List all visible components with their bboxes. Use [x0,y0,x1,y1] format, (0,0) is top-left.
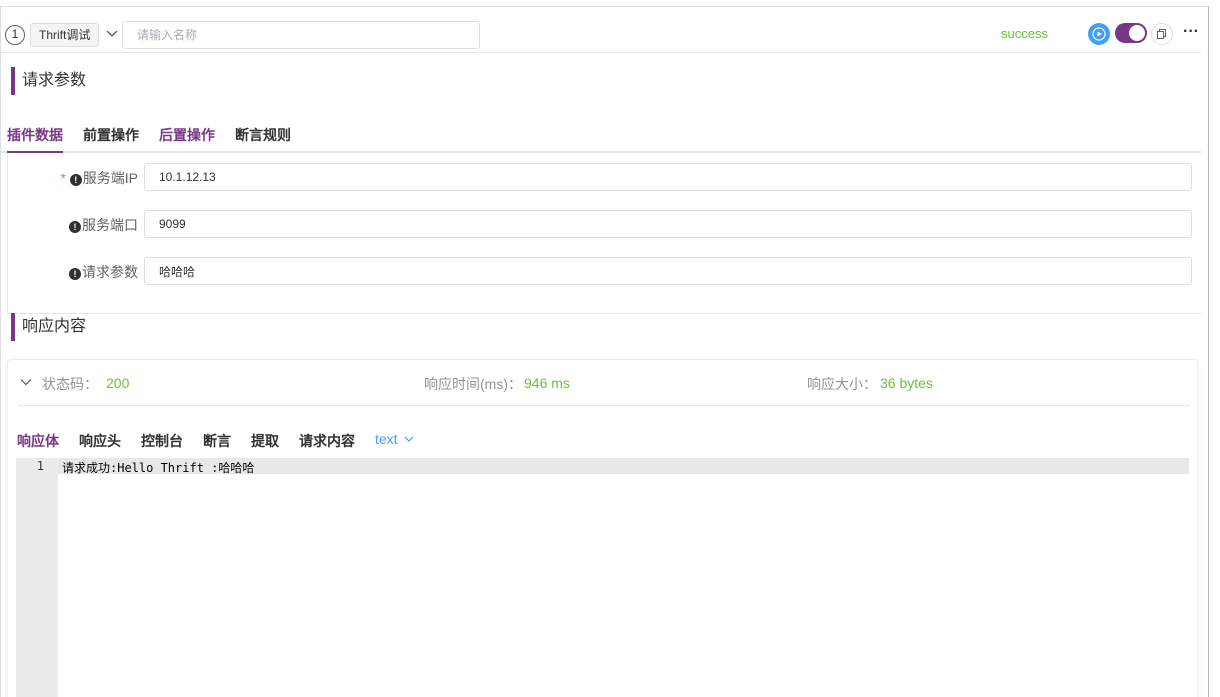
tab-assertions[interactable]: 断言 [203,431,231,451]
request-section-title: 请求参数 [11,67,86,95]
server-port-input[interactable] [144,210,1192,238]
tab-response-headers[interactable]: 响应头 [79,431,121,451]
tab-assertion-rules[interactable]: 断言规则 [235,125,291,151]
more-icon[interactable]: ··· [1181,23,1201,45]
line-number: 1 [36,459,44,473]
format-select[interactable]: text [375,431,415,447]
info-icon: ! [69,268,81,280]
info-icon: ! [69,174,82,186]
server-port-label: ! 服务端口 [8,215,138,235]
status-code-label: 状态码： [42,376,98,392]
tab-response-body[interactable]: 响应体 [17,431,59,451]
response-size-value: 36 bytes [880,375,933,391]
request-params-input[interactable] [144,257,1192,285]
step-name-input[interactable] [122,21,480,49]
format-select-value: text [375,431,398,447]
copy-button[interactable] [1151,23,1173,45]
code-line: 请求成功:Hello Thrift :哈哈哈 [62,461,255,475]
response-card: 状态码： 200 响应时间(ms)： 946 ms 响应大小： 36 bytes… [7,359,1198,697]
step-type-tag: Thrift调试 [30,23,100,47]
editor-gutter: 1 [16,458,58,697]
tab-post-operation[interactable]: 后置操作 [159,125,215,151]
response-time-value: 946 ms [524,375,570,391]
request-form: *!服务端IP !服务端口 !请求参数 [7,153,1201,314]
request-params-label-text: 请求参数 [82,264,138,280]
server-port-label-text: 服务端口 [82,217,138,233]
response-time-label: 响应时间(ms)： [424,376,522,392]
chevron-down-icon[interactable] [105,27,119,41]
request-params-label: ! 请求参数 [8,262,138,282]
status-code-value: 200 [106,375,130,391]
toggle-knob [1129,25,1145,41]
step-number: 1 [5,25,25,45]
response-body-editor[interactable]: 1 请求成功:Hello Thrift :哈哈哈 [16,458,1189,697]
status-text: success [1001,26,1048,41]
chevron-down-icon [405,436,414,442]
step-panel: 1 Thrift调试 success ··· 请求参数 插件数据 前置操作 后置 [0,6,1209,697]
tab-extract[interactable]: 提取 [251,431,279,451]
tab-request-content[interactable]: 请求内容 [299,431,355,451]
tab-pre-operation[interactable]: 前置操作 [83,125,139,151]
info-icon: ! [69,221,81,233]
response-section-title: 响应内容 [11,313,86,341]
copy-icon [1157,29,1166,39]
server-ip-label-text: 服务端IP [82,170,138,186]
request-tabs: 插件数据 前置操作 后置操作 断言规则 [1,119,1201,153]
tab-plugin-data[interactable]: 插件数据 [7,125,63,153]
run-button[interactable] [1088,23,1110,45]
server-ip-input[interactable] [144,163,1192,191]
response-size-label: 响应大小： [807,376,877,392]
top-edge-decoration [1070,0,1210,4]
response-summary[interactable]: 状态码： 200 响应时间(ms)： 946 ms 响应大小： 36 bytes [18,360,1190,406]
tab-console[interactable]: 控制台 [141,431,183,451]
required-star: * [60,170,66,186]
server-ip-label: *! 服务端IP [8,168,138,188]
step-header: 1 Thrift调试 success ··· [1,15,1201,53]
chevron-down-icon[interactable] [20,376,32,388]
play-icon [1092,27,1106,41]
enable-toggle[interactable] [1115,23,1147,43]
